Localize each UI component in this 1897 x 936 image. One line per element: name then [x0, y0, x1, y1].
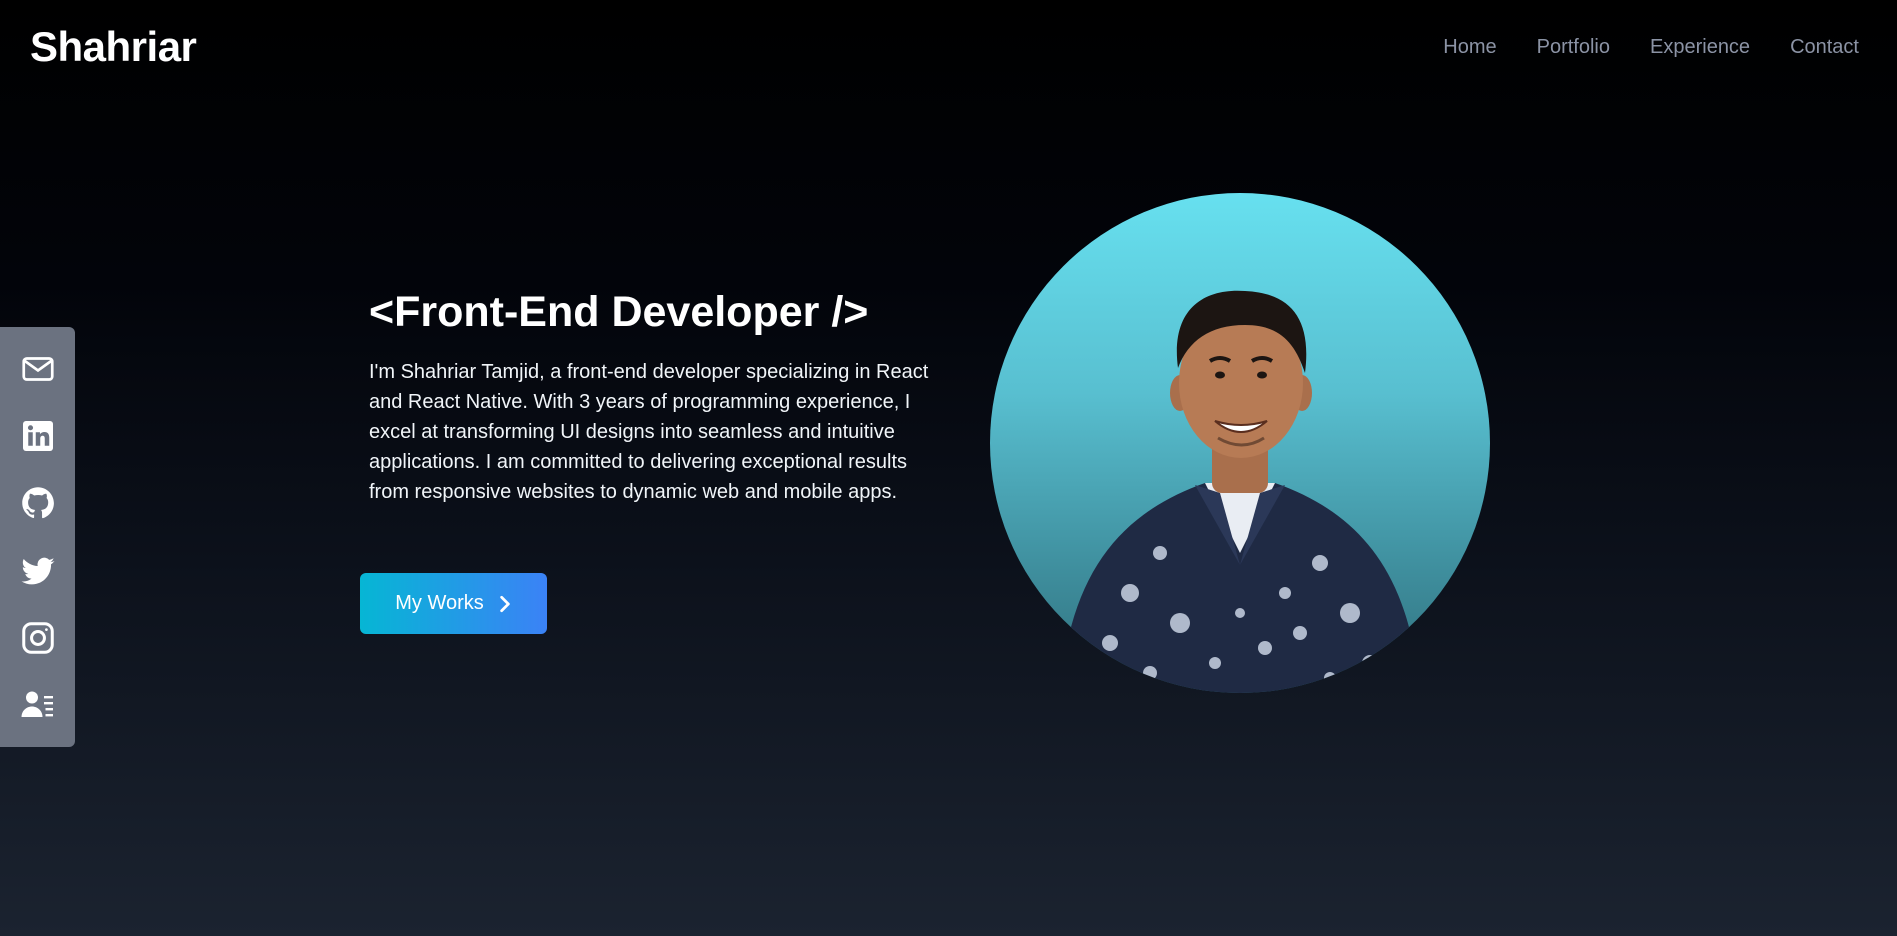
linkedin-icon — [22, 420, 53, 451]
github-link[interactable] — [18, 483, 58, 523]
resume-icon — [21, 691, 53, 718]
github-icon — [21, 487, 54, 519]
brand-logo[interactable]: Shahriar — [30, 23, 197, 71]
social-sidebar — [0, 327, 75, 747]
instagram-icon — [21, 622, 54, 654]
chevron-right-icon — [500, 595, 510, 612]
twitter-icon — [21, 557, 54, 584]
linkedin-link[interactable] — [18, 416, 58, 456]
nav-portfolio[interactable]: Portfolio — [1537, 36, 1610, 59]
instagram-link[interactable] — [18, 618, 58, 658]
hero-intro: <Front-End Developer /> I'm Shahriar Tam… — [369, 288, 929, 507]
my-works-label: My Works — [395, 592, 484, 614]
mail-icon — [21, 356, 54, 381]
nav-experience[interactable]: Experience — [1650, 36, 1750, 59]
profile-photo — [990, 193, 1490, 693]
hero-description: I'm Shahriar Tamjid, a front-end develop… — [369, 361, 929, 503]
resume-link[interactable] — [18, 685, 58, 725]
hero-title: <Front-End Developer /> — [369, 288, 869, 336]
top-navbar: Shahriar Home Portfolio Experience Conta… — [0, 0, 1897, 94]
twitter-link[interactable] — [18, 551, 58, 591]
nav-contact[interactable]: Contact — [1790, 36, 1859, 59]
nav-home[interactable]: Home — [1443, 36, 1496, 59]
profile-illustration — [1060, 290, 1420, 693]
my-works-button[interactable]: My Works — [360, 573, 547, 634]
mail-link[interactable] — [18, 349, 58, 389]
nav-links: Home Portfolio Experience Contact — [1443, 36, 1859, 59]
